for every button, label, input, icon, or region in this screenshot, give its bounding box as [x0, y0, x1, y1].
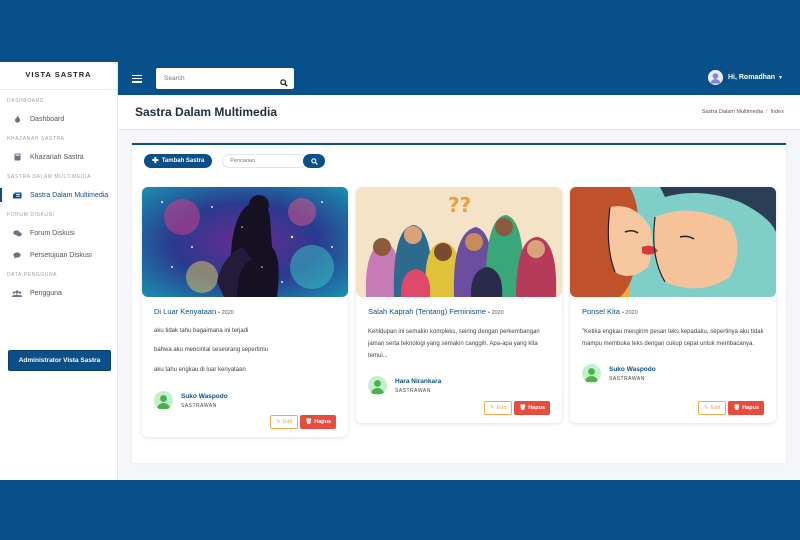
delete-button[interactable]: 🗑 Hapus [300, 415, 336, 429]
toolbar: ✚ Tambah Sastra Pencarian [144, 154, 326, 168]
sastra-card[interactable]: Ponsel Kita • 2020 "Ketika engkau mengiri… [570, 187, 776, 423]
sidebar-item-label: Persetujuan Diskusi [30, 251, 92, 259]
card-excerpt-line: bahwa aku mencintai seseorang sepertimu [154, 347, 269, 354]
trash-icon: 🗑 [733, 405, 741, 411]
card-title[interactable]: Ponsel Kita • 2020 [582, 307, 764, 316]
card-title[interactable]: Salah Kaprah (Tentang) Feminisme • 2020 [368, 307, 550, 316]
search-box [156, 68, 294, 89]
section-title-pengguna: DATA PENGGUNA [7, 272, 58, 278]
author-role: SASTRAWAN [609, 375, 645, 382]
sastra-card[interactable]: ?? Salah Kaprah (Tentang) Feminisme • 20… [356, 187, 562, 423]
sidebar-item-label: Dashboard [30, 115, 65, 123]
cosmic-embrace-image [142, 187, 348, 297]
edit-button[interactable]: ✎ Edit [484, 401, 513, 415]
pencarian-input[interactable]: Pencarian [222, 154, 308, 168]
breadcrumb: Sastra Dalam Multimedia / Index [701, 109, 784, 115]
author-name[interactable]: Hara Nirankara [395, 378, 441, 385]
edit-icon: ✎ [276, 419, 281, 425]
sidebar-item-label: Pengguna [30, 289, 62, 297]
administrator-button[interactable]: Administrator Vista Sastra [8, 350, 111, 371]
card-year: • 2020 [218, 310, 234, 316]
edit-button[interactable]: ✎ Edit [698, 401, 727, 415]
comment-icon [12, 250, 22, 260]
pop-art-kiss-image [570, 187, 776, 297]
sidebar-item-forum[interactable]: Forum Diskusi [0, 222, 117, 244]
add-sastra-label: Tambah Sastra [161, 158, 205, 164]
card-author: Suko Waspodo SASTRAWAN [154, 391, 336, 411]
women-illustration-image: ?? [356, 187, 562, 297]
avatar [707, 70, 723, 85]
section-title-dashboard: DASHBOARD [7, 98, 45, 104]
author-role: SASTRAWAN [395, 387, 431, 394]
breadcrumb-current: Index [770, 109, 784, 115]
caret-down-icon: ▼ [778, 74, 783, 81]
sidebar-item-dashboard[interactable]: Dashboard [0, 108, 117, 130]
section-title-forum: FORUM DISKUSI [7, 212, 55, 218]
sastra-card[interactable]: Di Luar Kenyataan • 2020 aku tidak tahu b… [142, 187, 348, 437]
user-menu[interactable]: Hi, Romadhan ▼ [707, 70, 783, 85]
sidebar-item-label: Sastra Dalam Multimedia [30, 191, 109, 199]
delete-button[interactable]: 🗑 Hapus [514, 401, 550, 415]
trash-icon: 🗑 [305, 419, 313, 425]
author-name[interactable]: Suko Waspodo [181, 393, 228, 400]
card-excerpt: Kehidupan ini semakin kompleks, seiring … [368, 329, 540, 359]
main-content: Sastra Dalam Multimedia Sastra Dalam Mul… [118, 95, 800, 480]
users-icon [12, 288, 22, 298]
trash-icon: 🗑 [519, 405, 527, 411]
card-year: • 2020 [487, 310, 504, 316]
avatar [368, 376, 387, 395]
page-header: Sastra Dalam Multimedia Sastra Dalam Mul… [118, 95, 800, 130]
book-icon [12, 152, 22, 162]
edit-icon: ✎ [704, 405, 709, 411]
card-actions: ✎ Edit 🗑 Hapus [698, 401, 764, 415]
hamburger-menu-icon[interactable] [132, 74, 142, 83]
user-greeting: Hi, Romadhan [727, 74, 776, 81]
sidebar-item-khazanah[interactable]: Khazanah Sastra [0, 146, 117, 168]
sidebar-item-label: Khazanah Sastra [30, 153, 84, 161]
app-window: VISTA SASTRA DASHBOARD Dashboard KHAZANA… [0, 62, 800, 480]
sidebar-item-persetujuan[interactable]: Persetujuan Diskusi [0, 244, 117, 266]
section-title-khazanah: KHAZANAH SASTRA [7, 136, 65, 142]
card-excerpt-line: aku tidak tahu bagaimana ini terjadi [154, 328, 249, 334]
comments-icon [12, 228, 22, 238]
card-excerpt: "Ketika engkau mengirim pesan teks kepad… [582, 329, 764, 347]
svg-text:??: ?? [448, 193, 471, 217]
card-excerpt-line: aku tahu engkau di luar kenyataan [154, 366, 246, 373]
content-panel: ✚ Tambah Sastra Pencarian Di Luar Kenyat… [132, 143, 786, 463]
edit-button[interactable]: ✎ Edit [270, 415, 299, 429]
card-title[interactable]: Di Luar Kenyataan • 2020 [154, 307, 336, 316]
author-role: SASTRAWAN [181, 402, 217, 409]
section-title-multimedia: SASTRA DALAM MULTIMEDIA [7, 174, 91, 180]
sidebar-item-label: Forum Diskusi [30, 229, 75, 237]
search-icon [311, 157, 318, 165]
author-name[interactable]: Suko Waspodo [609, 366, 656, 373]
search-button[interactable] [303, 154, 326, 168]
avatar [154, 391, 173, 411]
card-actions: ✎ Edit 🗑 Hapus [484, 401, 550, 415]
brand-logo[interactable]: VISTA SASTRA [0, 62, 117, 90]
edit-icon: ✎ [490, 405, 495, 411]
card-author: Hara Nirankara SASTRAWAN [368, 376, 550, 395]
card-year: • 2020 [621, 310, 638, 316]
card-author: Suko Waspodo SASTRAWAN [582, 364, 764, 383]
sidebar-item-pengguna[interactable]: Pengguna [0, 282, 117, 304]
sidebar: VISTA SASTRA DASHBOARD Dashboard KHAZANA… [0, 62, 118, 480]
card-actions: ✎ Edit 🗑 Hapus [270, 415, 336, 429]
fire-icon [12, 114, 22, 124]
avatar [582, 364, 601, 383]
topbar: Hi, Romadhan ▼ [118, 62, 800, 95]
search-icon[interactable] [280, 74, 288, 92]
plus-icon: ✚ [152, 156, 159, 165]
page-title: Sastra Dalam Multimedia [135, 105, 278, 119]
sidebar-item-multimedia[interactable]: Sastra Dalam Multimedia [0, 184, 117, 206]
delete-button[interactable]: 🗑 Hapus [728, 401, 764, 415]
breadcrumb-item[interactable]: Sastra Dalam Multimedia [702, 109, 763, 115]
newspaper-icon [12, 190, 22, 200]
add-sastra-button[interactable]: ✚ Tambah Sastra [144, 154, 213, 168]
search-input[interactable] [156, 75, 266, 82]
